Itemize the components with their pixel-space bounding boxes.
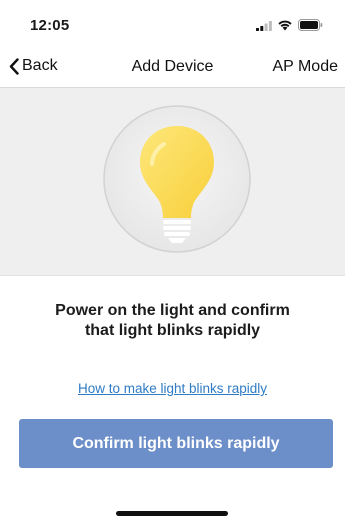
ap-mode-button[interactable]: AP Mode (272, 58, 338, 76)
instruction-text: Power on the light and confirm that ligh… (20, 301, 325, 341)
home-indicator (116, 511, 228, 516)
cellular-signal-icon (256, 20, 272, 31)
status-bar: 12:05 (0, 0, 345, 44)
battery-icon (298, 19, 323, 31)
instruction-line-1: Power on the light and confirm (55, 302, 290, 319)
status-time: 12:05 (30, 17, 70, 34)
help-link[interactable]: How to make light blinks rapidly (0, 381, 345, 396)
lightbulb-icon (103, 105, 251, 253)
confirm-button[interactable]: Confirm light blinks rapidly (19, 419, 333, 468)
back-label: Back (22, 57, 58, 74)
instruction-line-2: that light blinks rapidly (84, 322, 261, 339)
back-button[interactable]: Back (9, 57, 58, 75)
chevron-left-icon (9, 57, 19, 75)
wifi-icon (278, 20, 292, 31)
nav-bar: Back Add Device AP Mode (0, 44, 345, 88)
lightbulb-illustration (102, 104, 252, 254)
status-icons (256, 19, 323, 31)
illustration-area (0, 88, 345, 276)
